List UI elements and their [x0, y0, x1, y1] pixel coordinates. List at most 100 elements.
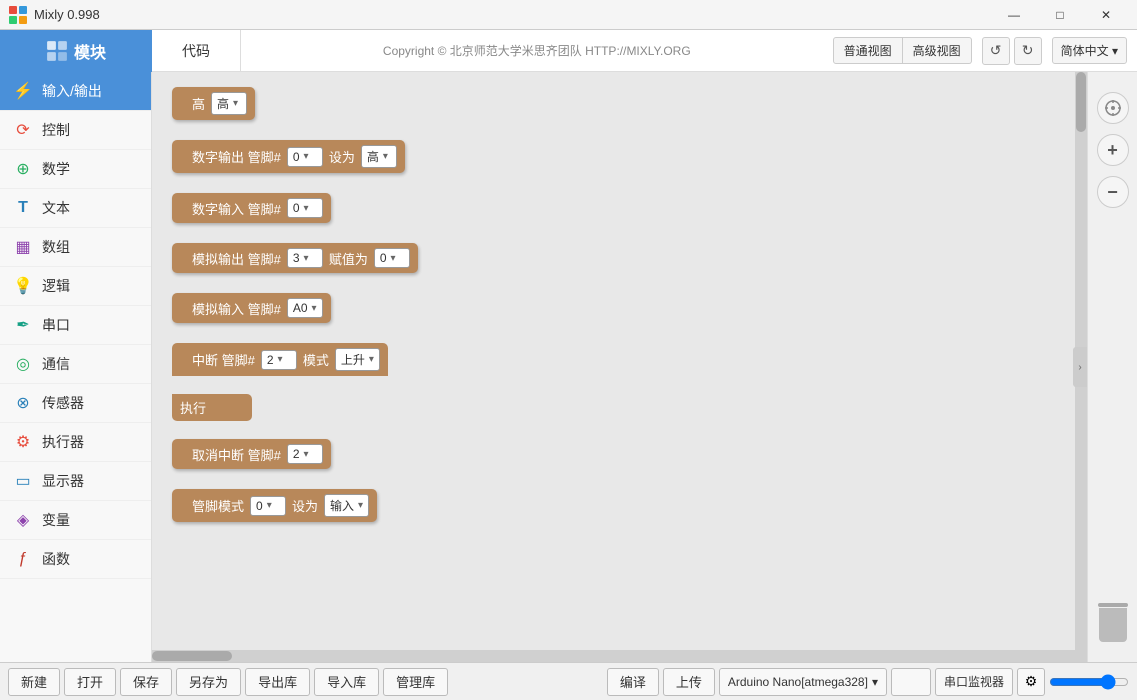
redo-button[interactable]: ↻ [1014, 37, 1042, 65]
block-high-dropdown[interactable]: 高 [211, 92, 247, 115]
sidebar-item-sensor[interactable]: ⊗ 传感器 [0, 384, 151, 423]
analog-out-value-dropdown[interactable]: 0 [374, 248, 410, 268]
zoom-out-button[interactable]: − [1097, 176, 1129, 208]
zoom-slider[interactable] [1049, 674, 1129, 690]
digital-out-pin-dropdown[interactable]: 0 [287, 147, 323, 167]
interrupt-body [172, 376, 200, 394]
locate-button[interactable] [1097, 92, 1129, 124]
save-button[interactable]: 保存 [120, 668, 172, 696]
bottom-toolbar: 新建 打开 保存 另存为 导出库 导入库 管理库 编译 上传 Arduino N… [0, 662, 1137, 700]
logo-area: 模块 [0, 30, 152, 72]
array-icon: ▦ [12, 236, 34, 258]
sidebar-item-var[interactable]: ◈ 变量 [0, 501, 151, 540]
pin-mode-setlabel: 设为 [292, 496, 318, 515]
board-dropdown-icon: ▾ [872, 675, 878, 689]
sidebar-label-actuator: 执行器 [42, 432, 84, 452]
interrupt-execute: 执行 [172, 394, 252, 421]
pin-mode-pin-dropdown[interactable]: 0 [250, 496, 286, 516]
sidebar: ⚡ 输入/输出 ⟳ 控制 ⊕ 数学 T 文本 ▦ 数组 💡 逻辑 ✒ 串口 ◎ [0, 72, 152, 662]
trash-body[interactable] [1099, 608, 1127, 642]
sidebar-item-comm[interactable]: ◎ 通信 [0, 345, 151, 384]
sidebar-label-func: 函数 [42, 549, 70, 569]
block-analog-out[interactable]: 模拟输出 管脚# 3 赋值为 0 [172, 243, 1055, 273]
scrollbar-horizontal[interactable] [152, 650, 1075, 662]
manage-lib-button[interactable]: 管理库 [383, 668, 448, 696]
view-normal-button[interactable]: 普通视图 [833, 37, 903, 64]
block-pin-mode[interactable]: 管脚模式 0 设为 输入 [172, 489, 1055, 522]
titlebar: Mixly 0.998 — □ ✕ [0, 0, 1137, 30]
settings-button[interactable]: ⚙ [1017, 668, 1045, 696]
minimize-button[interactable]: — [991, 0, 1037, 30]
zoom-in-button[interactable]: + [1097, 134, 1129, 166]
digital-out-label: 数字输出 管脚# [192, 147, 281, 166]
sidebar-item-io[interactable]: ⚡ 输入/输出 [0, 72, 151, 111]
undo-redo-area: ↺ ↻ [982, 37, 1042, 65]
copyright-area: Copyright © 北京师范大学米思齐团队 HTTP://MIXLY.ORG [241, 42, 833, 59]
sidebar-item-func[interactable]: ƒ 函数 [0, 540, 151, 579]
block-digital-in[interactable]: 数字输入 管脚# 0 [172, 193, 1055, 223]
block-analog-in[interactable]: 模拟输入 管脚# A0 [172, 293, 1055, 323]
new-button[interactable]: 新建 [8, 668, 60, 696]
board-select[interactable]: Arduino Nano[atmega328] ▾ [719, 668, 887, 696]
export-lib-button[interactable]: 导出库 [245, 668, 310, 696]
pin-mode-label: 管脚模式 [192, 496, 244, 515]
tab-code[interactable]: 代码 [172, 41, 220, 61]
sidebar-item-text[interactable]: T 文本 [0, 189, 151, 228]
block-cancel-interrupt[interactable]: 取消中断 管脚# 2 [172, 439, 1055, 469]
interrupt-mode-dropdown[interactable]: 上升 [335, 348, 380, 371]
analog-in-pin-dropdown[interactable]: A0 [287, 298, 323, 318]
digital-in-label: 数字输入 管脚# [192, 199, 281, 218]
interrupt-mode-label: 模式 [303, 350, 329, 369]
undo-button[interactable]: ↺ [982, 37, 1010, 65]
interrupt-exec-label: 执行 [180, 398, 206, 417]
block-high-value[interactable]: 高 高 [172, 87, 1055, 120]
text-icon: T [12, 197, 34, 219]
port-select[interactable] [891, 668, 931, 696]
tab-area: 代码 [152, 30, 241, 72]
block-interrupt[interactable]: 中断 管脚# 2 模式 上升 执行 [172, 343, 1055, 421]
pin-mode-value-dropdown[interactable]: 输入 [324, 494, 369, 517]
close-button[interactable]: ✕ [1083, 0, 1129, 30]
serial-monitor-button[interactable]: 串口监视器 [935, 668, 1013, 696]
sidebar-label-array: 数组 [42, 237, 70, 257]
logo-text: 模块 [74, 39, 106, 63]
open-button[interactable]: 打开 [64, 668, 116, 696]
analog-out-pin-dropdown[interactable]: 3 [287, 248, 323, 268]
sidebar-item-actuator[interactable]: ⚙ 执行器 [0, 423, 151, 462]
analog-in-label: 模拟输入 管脚# [192, 299, 281, 318]
sidebar-item-math[interactable]: ⊕ 数学 [0, 150, 151, 189]
sidebar-label-comm: 通信 [42, 354, 70, 374]
sidebar-item-control[interactable]: ⟳ 控制 [0, 111, 151, 150]
digital-out-value-dropdown[interactable]: 高 [361, 145, 397, 168]
upload-button[interactable]: 上传 [663, 668, 715, 696]
sidebar-item-display[interactable]: ▭ 显示器 [0, 462, 151, 501]
math-icon: ⊕ [12, 158, 34, 180]
language-button[interactable]: 简体中文 ▾ [1052, 37, 1127, 64]
collapse-tab[interactable]: › [1073, 347, 1087, 387]
sidebar-item-logic[interactable]: 💡 逻辑 [0, 267, 151, 306]
sidebar-label-io: 输入/输出 [42, 81, 102, 101]
sidebar-label-var: 变量 [42, 510, 70, 530]
maximize-button[interactable]: □ [1037, 0, 1083, 30]
gear-icon: ⚙ [1025, 673, 1038, 690]
digital-in-pin-dropdown[interactable]: 0 [287, 198, 323, 218]
compile-button[interactable]: 编译 [607, 668, 659, 696]
sidebar-item-array[interactable]: ▦ 数组 [0, 228, 151, 267]
import-lib-button[interactable]: 导入库 [314, 668, 379, 696]
sidebar-item-serial[interactable]: ✒ 串口 [0, 306, 151, 345]
block-workspace: 高 高 数字输出 管脚# 0 设为 高 数字输入 管脚# [152, 72, 1075, 539]
scroll-thumb-horizontal[interactable] [152, 651, 232, 661]
analog-out-label: 模拟输出 管脚# [192, 249, 281, 268]
save-as-button[interactable]: 另存为 [176, 668, 241, 696]
scroll-thumb-vertical[interactable] [1076, 72, 1086, 132]
app-title: Mixly 0.998 [34, 7, 991, 22]
trash-lid [1098, 603, 1128, 607]
view-advanced-button[interactable]: 高级视图 [903, 37, 972, 64]
sidebar-label-sensor: 传感器 [42, 393, 84, 413]
block-digital-out[interactable]: 数字输出 管脚# 0 设为 高 [172, 140, 1055, 173]
actuator-icon: ⚙ [12, 431, 34, 453]
interrupt-pin-dropdown[interactable]: 2 [261, 350, 297, 370]
cancel-interrupt-pin-dropdown[interactable]: 2 [287, 444, 323, 464]
var-icon: ◈ [12, 509, 34, 531]
io-icon: ⚡ [12, 80, 34, 102]
